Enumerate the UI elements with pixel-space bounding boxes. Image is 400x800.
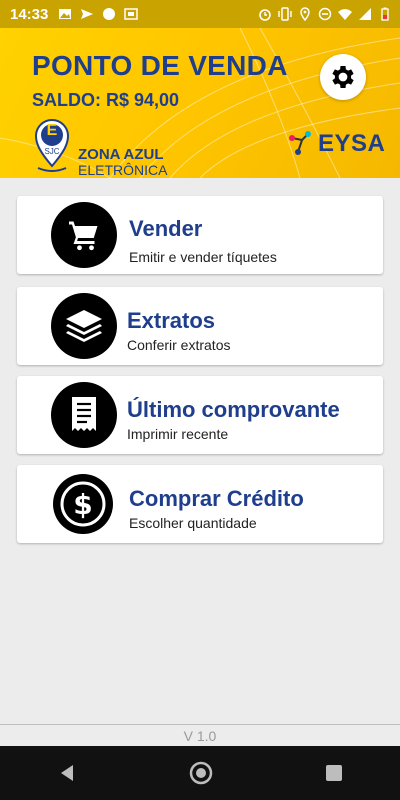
gear-icon <box>332 66 354 88</box>
receipt-icon <box>72 397 96 431</box>
app-header: PONTO DE VENDA SALDO: R$ 94,00 E SJC ZON… <box>0 28 400 178</box>
menu-item-label: Extratos <box>127 308 216 333</box>
receipt-icon-circle <box>51 382 117 448</box>
balance-text: SALDO: R$ 94,00 <box>32 90 180 110</box>
status-icons-right <box>258 7 392 21</box>
dollar-icon: $ <box>60 481 106 527</box>
image-icon <box>59 9 72 19</box>
menu-item-subtitle: Conferir extratos <box>127 337 231 353</box>
menu-item-extratos[interactable]: Extratos Conferir extratos <box>17 287 383 365</box>
zona-badge-sub: SJC <box>44 147 60 156</box>
layers-icon-circle <box>51 293 117 359</box>
dollar-icon-circle: $ <box>53 474 113 534</box>
eysa-text: EYSA <box>318 130 386 157</box>
eysa-logo: EYSA <box>288 128 398 160</box>
alarm-icon <box>259 9 271 21</box>
wifi-icon <box>338 9 352 20</box>
menu-item-label: Vender <box>129 216 203 241</box>
zona-azul-line1: ZONA AZUL <box>78 146 164 163</box>
menu-item-label: Último comprovante <box>127 397 340 422</box>
menu-item-ultimo-comprovante[interactable]: Último comprovante Imprimir recente <box>17 376 383 454</box>
recents-icon[interactable] <box>323 762 345 784</box>
system-nav-bar <box>0 746 400 800</box>
menu-item-subtitle: Escolher quantidade <box>129 515 257 531</box>
menu-item-label: Comprar Crédito <box>129 486 304 511</box>
status-time: 14:33 <box>10 5 49 23</box>
svg-text:$: $ <box>73 488 92 521</box>
status-bar: 14:33 <box>0 0 400 28</box>
send-icon <box>81 9 94 19</box>
vibrate-icon <box>278 7 292 21</box>
zona-azul-line2: ELETRÔNICA <box>78 162 168 178</box>
menu-item-comprar-credito[interactable]: $ Comprar Crédito Escolher quantidade <box>17 465 383 543</box>
layers-icon <box>66 310 102 342</box>
zona-badge-letter: E <box>46 122 58 139</box>
location-icon <box>300 7 310 21</box>
back-icon[interactable] <box>55 761 79 785</box>
page-title: PONTO DE VENDA <box>32 50 288 81</box>
home-icon[interactable] <box>188 760 214 786</box>
version-text: V 1.0 <box>183 728 217 744</box>
cart-icon <box>69 221 98 251</box>
settings-button[interactable] <box>320 54 366 100</box>
chat-icon <box>103 8 116 20</box>
signal-icon <box>359 8 371 20</box>
menu-item-subtitle: Imprimir recente <box>127 426 229 442</box>
menu-item-vender[interactable]: Vender Emitir e vender tíquetes <box>17 196 383 274</box>
cast-icon <box>124 8 139 20</box>
dnd-icon <box>318 7 332 21</box>
cart-icon-circle <box>51 202 117 268</box>
version-footer: V 1.0 <box>0 724 400 747</box>
eysa-mark-icon <box>289 131 311 155</box>
status-icons-left <box>58 7 139 21</box>
menu-item-subtitle: Emitir e vender tíquetes <box>129 249 277 265</box>
battery-icon <box>381 7 389 21</box>
